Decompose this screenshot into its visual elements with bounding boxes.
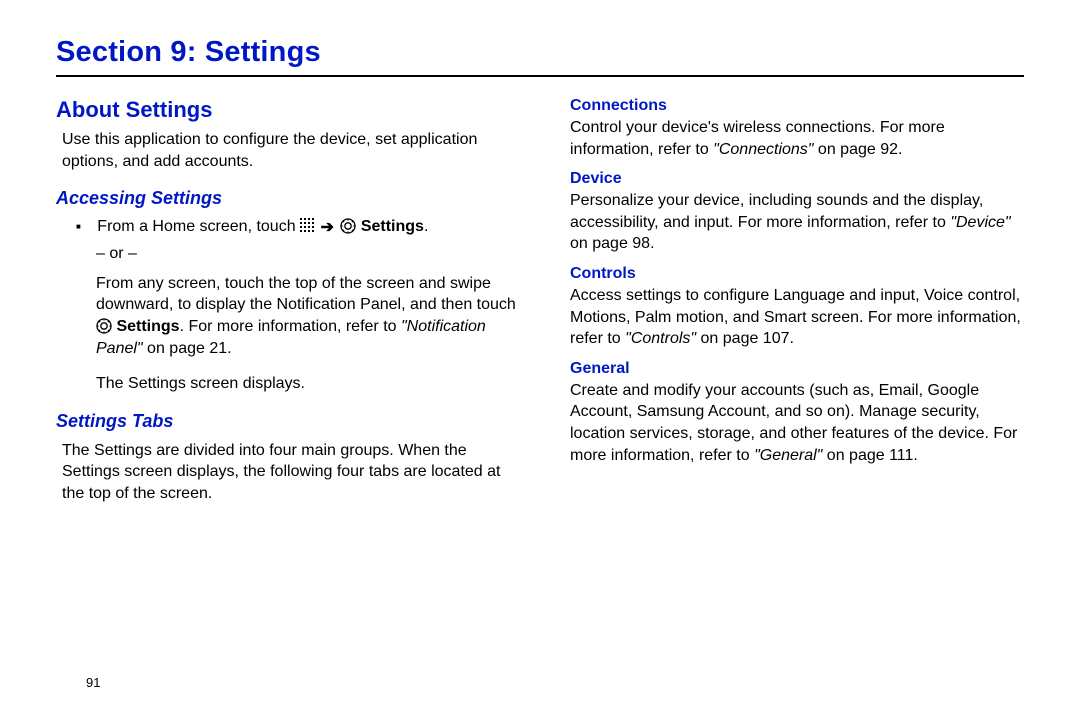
controls-heading: Controls bbox=[570, 265, 1024, 283]
settings-label-2: Settings bbox=[116, 318, 179, 335]
general-ref: "General" bbox=[754, 447, 822, 464]
device-body-b: on page 98. bbox=[570, 235, 655, 252]
accessing-list: From a Home screen, touch ➔ bbox=[76, 217, 516, 237]
settings-label-1: Settings bbox=[361, 218, 424, 235]
accessing-para2: From any screen, touch the top of the sc… bbox=[96, 273, 516, 359]
arrow-right-icon: ➔ bbox=[321, 217, 334, 237]
page-number: 91 bbox=[86, 675, 100, 690]
controls-ref: "Controls" bbox=[625, 330, 696, 347]
section-title: Section 9: Settings bbox=[56, 36, 1024, 77]
two-column-layout: About Settings Use this application to c… bbox=[56, 97, 1024, 515]
line1-suffix: . bbox=[424, 218, 428, 235]
line1-prefix: From a Home screen, touch bbox=[97, 218, 300, 235]
settings-tabs-heading: Settings Tabs bbox=[56, 411, 516, 432]
para2-a: From any screen, touch the top of the sc… bbox=[96, 275, 516, 314]
accessing-line1: From a Home screen, touch ➔ bbox=[76, 217, 516, 237]
about-body: Use this application to configure the de… bbox=[62, 129, 516, 172]
settings-tabs-body: The Settings are divided into four main … bbox=[62, 440, 516, 505]
about-heading: About Settings bbox=[56, 97, 516, 123]
general-body: Create and modify your accounts (such as… bbox=[570, 380, 1024, 466]
right-column: Connections Control your device's wirele… bbox=[564, 97, 1024, 515]
para2-b: . For more information, refer to bbox=[180, 318, 401, 335]
device-ref: "Device" bbox=[950, 214, 1010, 231]
para2-c: on page 21. bbox=[143, 340, 232, 357]
gear-icon-2 bbox=[96, 318, 112, 334]
settings-displays: The Settings screen displays. bbox=[96, 373, 516, 395]
connections-ref: "Connections" bbox=[713, 141, 813, 158]
connections-body-b: on page 92. bbox=[813, 141, 902, 158]
connections-body: Control your device's wireless connectio… bbox=[570, 117, 1024, 160]
device-body-a: Personalize your device, including sound… bbox=[570, 192, 983, 231]
gear-icon bbox=[340, 218, 356, 234]
controls-body-b: on page 107. bbox=[696, 330, 794, 347]
controls-body: Access settings to configure Language an… bbox=[570, 285, 1024, 350]
device-heading: Device bbox=[570, 170, 1024, 188]
page: Section 9: Settings About Settings Use t… bbox=[0, 0, 1080, 720]
connections-heading: Connections bbox=[570, 97, 1024, 115]
accessing-settings-heading: Accessing Settings bbox=[56, 188, 516, 209]
left-column: About Settings Use this application to c… bbox=[56, 97, 516, 515]
apps-grid-icon bbox=[300, 218, 314, 232]
general-body-b: on page 111. bbox=[822, 447, 918, 464]
or-text: – or – bbox=[96, 243, 516, 265]
device-body: Personalize your device, including sound… bbox=[570, 190, 1024, 255]
general-heading: General bbox=[570, 360, 1024, 378]
